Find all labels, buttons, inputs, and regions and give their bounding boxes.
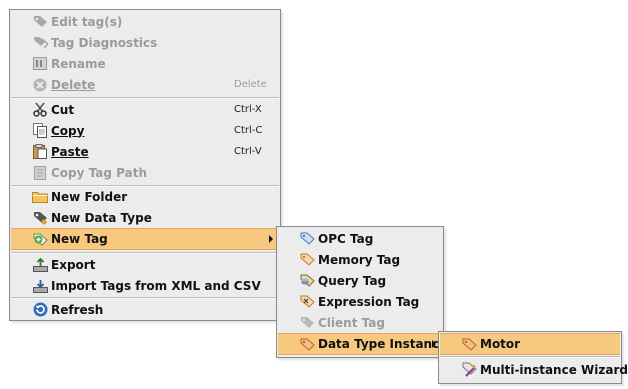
delete-icon: [32, 77, 48, 92]
shortcut-label: Delete: [234, 79, 267, 90]
menu-item-label: New Folder: [51, 189, 128, 204]
menu-item-label: Copy Tag Path: [51, 165, 147, 180]
menu-item-copy-tag-path[interactable]: Copy Tag Path: [11, 162, 279, 183]
menu-item-label: New Tag: [51, 232, 108, 246]
expression-tag-icon: [299, 294, 315, 309]
menu-item-delete[interactable]: Delete Delete: [11, 74, 279, 95]
menu-separator: [440, 356, 620, 358]
tag-icon: [461, 337, 477, 352]
menu-item-export[interactable]: Export: [11, 254, 279, 275]
data-type-instance-icon: [299, 337, 315, 352]
menu-item-new-tag[interactable]: New Tag: [11, 228, 279, 250]
tag-icon: [32, 14, 48, 29]
new-tag-icon: [32, 232, 48, 247]
import-icon: [32, 278, 48, 293]
clipboard-icon: [32, 144, 48, 159]
menu-item-label: Expression Tag: [318, 294, 420, 309]
submenu-item-expression-tag[interactable]: Expression Tag: [278, 291, 442, 312]
scissors-icon: [32, 102, 48, 117]
menu-item-tag-diagnostics[interactable]: Tag Diagnostics: [11, 32, 279, 53]
new-tag-submenu: OPC Tag Memory Tag Query Tag Expression …: [276, 226, 447, 358]
folder-icon: [32, 189, 48, 204]
menu-item-refresh[interactable]: Refresh: [11, 299, 279, 320]
menu-item-label: Rename: [51, 56, 106, 71]
menu-item-label: OPC Tag: [318, 231, 374, 246]
submenu-item-opc-tag[interactable]: OPC Tag: [278, 228, 442, 249]
menu-item-label: Query Tag: [318, 273, 387, 288]
menu-item-label: Export: [51, 257, 96, 272]
query-tag-icon: [299, 273, 315, 288]
shortcut-label: Ctrl-C: [234, 125, 263, 136]
menu-item-label: Motor: [480, 337, 521, 351]
menu-item-new-folder[interactable]: New Folder: [11, 186, 279, 207]
memory-tag-icon: [299, 252, 315, 267]
submenu-arrow-icon: [432, 340, 436, 348]
menu-item-paste[interactable]: Paste Ctrl-V: [11, 141, 279, 162]
submenu-item-motor[interactable]: Motor: [440, 333, 620, 355]
menu-item-label: Refresh: [51, 302, 104, 317]
client-tag-icon: [299, 315, 315, 330]
wizard-icon: [461, 362, 477, 377]
menu-item-label: Multi-instance Wizard: [480, 362, 628, 377]
menu-item-edit-tags[interactable]: Edit tag(s): [11, 11, 279, 32]
menu-item-cut[interactable]: Cut Ctrl-X: [11, 99, 279, 120]
data-type-icon: [32, 210, 48, 225]
menu-item-label: Edit tag(s): [51, 14, 123, 29]
submenu-item-multi-instance-wizard[interactable]: Multi-instance Wizard: [440, 359, 628, 380]
menu-item-label: Paste: [51, 144, 89, 159]
copy-icon: [32, 123, 48, 138]
menu-item-label: Data Type Instance: [318, 337, 448, 351]
submenu-arrow-icon: [269, 235, 273, 243]
document-icon: [32, 165, 48, 180]
shortcut-label: Ctrl-V: [234, 146, 262, 157]
refresh-icon: [32, 302, 48, 317]
data-type-instance-submenu: Motor Multi-instance Wizard: [438, 331, 628, 384]
menu-item-import-tags[interactable]: Import Tags from XML and CSV: [11, 275, 279, 296]
shortcut-label: Ctrl-X: [234, 104, 262, 115]
submenu-item-query-tag[interactable]: Query Tag: [278, 270, 442, 291]
menu-item-label: Cut: [51, 102, 75, 117]
menu-item-label: New Data Type: [51, 210, 152, 225]
menu-item-label: Memory Tag: [318, 252, 401, 267]
menu-item-rename[interactable]: Rename: [11, 53, 279, 74]
menu-item-label: Tag Diagnostics: [51, 35, 158, 50]
submenu-item-memory-tag[interactable]: Memory Tag: [278, 249, 442, 270]
menu-item-new-data-type[interactable]: New Data Type: [11, 207, 279, 228]
export-icon: [32, 257, 48, 272]
rename-icon: [32, 56, 48, 71]
menu-item-copy[interactable]: Copy Ctrl-C: [11, 120, 279, 141]
menu-item-label: Client Tag: [318, 315, 385, 330]
menu-item-label: Copy: [51, 123, 85, 138]
submenu-item-client-tag[interactable]: Client Tag: [278, 312, 442, 333]
menu-item-label: Import Tags from XML and CSV: [51, 278, 261, 293]
tags-icon: [32, 35, 48, 50]
submenu-item-data-type-instance[interactable]: Data Type Instance: [278, 333, 447, 355]
opc-tag-icon: [299, 231, 315, 246]
context-menu: Edit tag(s) Tag Diagnostics Rename Delet…: [9, 9, 281, 321]
menu-item-label: Delete: [51, 77, 96, 92]
